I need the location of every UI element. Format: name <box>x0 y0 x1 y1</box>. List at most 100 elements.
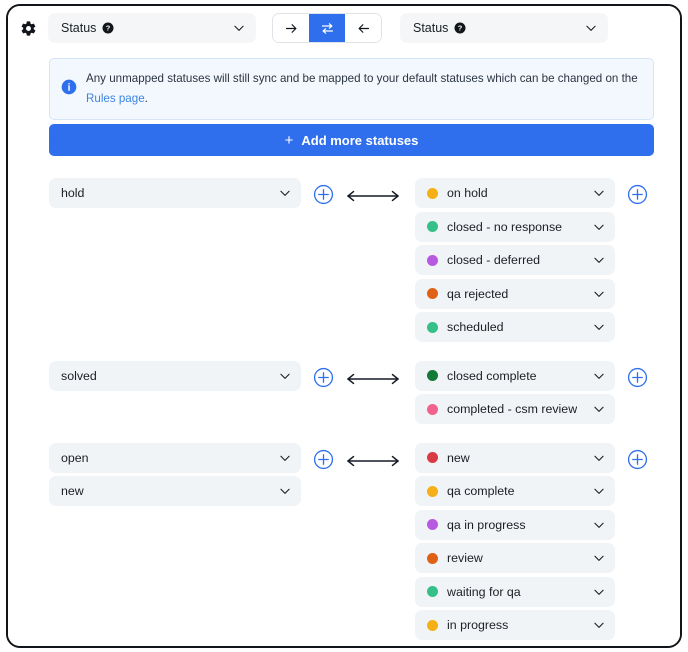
add-target-status-button[interactable] <box>627 443 651 644</box>
target-status-name: waiting for qa <box>447 585 521 599</box>
plus-circle-icon[interactable] <box>627 367 648 388</box>
status-color-dot <box>427 486 438 497</box>
target-status-name: closed complete <box>447 369 537 383</box>
chevron-down-icon <box>592 484 606 498</box>
add-source-status-button[interactable] <box>313 361 337 428</box>
chevron-down-icon <box>278 369 292 383</box>
target-status-field[interactable]: qa in progress <box>415 510 615 540</box>
bidirectional-arrow-icon <box>345 372 401 386</box>
mapping-header: Status ? <box>8 6 680 50</box>
sync-direction-right[interactable] <box>273 14 309 42</box>
source-status-name: new <box>61 484 84 498</box>
app-window: Status ? <box>6 4 682 648</box>
source-status-field[interactable]: hold <box>49 178 301 208</box>
target-status-name: on hold <box>447 186 488 200</box>
status-mapping-groups: hold on hold closed - no response closed - … <box>8 178 680 648</box>
plus-circle-icon[interactable] <box>313 367 334 388</box>
target-status-field[interactable]: completed - csm review <box>415 394 615 424</box>
add-target-status-button[interactable] <box>627 361 651 428</box>
target-status-field[interactable]: closed complete <box>415 361 615 391</box>
status-color-dot <box>427 288 438 299</box>
plus-circle-icon[interactable] <box>627 449 648 470</box>
source-status-field[interactable]: new <box>49 476 301 506</box>
add-target-status-button[interactable] <box>627 178 651 346</box>
target-status-name: in progress <box>447 618 508 632</box>
target-status-name: qa rejected <box>447 287 508 301</box>
status-color-dot <box>427 255 438 266</box>
add-source-status-button[interactable] <box>313 178 337 346</box>
mapping-arrow <box>337 443 409 644</box>
banner-text: Any unmapped statuses will still sync an… <box>86 68 641 110</box>
status-color-dot <box>427 322 438 333</box>
sync-direction-left[interactable] <box>345 14 381 42</box>
target-status-select[interactable]: Status ? <box>400 13 608 43</box>
chevron-down-icon <box>592 402 606 416</box>
source-status-field[interactable]: open <box>49 443 301 473</box>
chevron-down-icon <box>592 618 606 632</box>
bidirectional-arrow-icon <box>345 454 401 468</box>
chevron-down-icon <box>232 21 246 35</box>
status-color-dot <box>427 452 438 463</box>
chevron-down-icon <box>592 220 606 234</box>
target-status-name: review <box>447 551 483 565</box>
target-status-column: closed complete completed - csm review <box>415 361 615 428</box>
chevron-down-icon <box>592 585 606 599</box>
status-color-dot <box>427 553 438 564</box>
target-status-name: qa complete <box>447 484 515 498</box>
plus-icon: + <box>285 133 294 148</box>
target-status-name: closed - deferred <box>447 253 540 267</box>
mapping-arrow <box>337 178 409 346</box>
status-mapping-panel: Status ? <box>8 6 680 646</box>
target-status-field[interactable]: review <box>415 543 615 573</box>
gear-icon <box>20 20 37 37</box>
help-circle-icon[interactable]: ? <box>102 22 114 34</box>
target-status-name: scheduled <box>447 320 504 334</box>
chevron-down-icon <box>592 253 606 267</box>
arrow-left-icon <box>356 21 371 36</box>
chevron-down-icon <box>592 320 606 334</box>
target-status-field[interactable]: closed - no response <box>415 212 615 242</box>
source-status-field[interactable]: solved <box>49 361 301 391</box>
chevron-down-icon <box>278 484 292 498</box>
status-color-dot <box>427 221 438 232</box>
plus-circle-icon[interactable] <box>627 184 648 205</box>
add-source-status-button[interactable] <box>313 443 337 644</box>
target-status-field[interactable]: scheduled <box>415 312 615 342</box>
source-status-name: hold <box>61 186 84 200</box>
status-color-dot <box>427 586 438 597</box>
chevron-down-icon <box>592 518 606 532</box>
target-status-field[interactable]: waiting for qa <box>415 577 615 607</box>
chevron-down-icon <box>592 551 606 565</box>
sync-direction-bidirectional[interactable] <box>309 14 345 42</box>
target-status-field[interactable]: closed - deferred <box>415 245 615 275</box>
settings-gear-button[interactable] <box>8 20 48 37</box>
info-circle-icon: i <box>61 79 77 95</box>
target-status-name: completed - csm review <box>447 402 577 416</box>
status-color-dot <box>427 404 438 415</box>
arrow-right-icon <box>284 21 299 36</box>
chevron-down-icon <box>592 369 606 383</box>
source-status-column: hold <box>49 178 301 346</box>
target-status-column: new qa complete qa in progress review waitin… <box>415 443 615 644</box>
target-status-field[interactable]: in progress <box>415 610 615 640</box>
svg-text:i: i <box>68 83 71 94</box>
target-status-field[interactable]: qa complete <box>415 476 615 506</box>
source-status-select[interactable]: Status ? <box>48 13 256 43</box>
plus-circle-icon[interactable] <box>313 449 334 470</box>
source-status-column: solved <box>49 361 301 428</box>
help-circle-icon[interactable]: ? <box>454 22 466 34</box>
add-more-statuses-label: Add more statuses <box>301 133 418 148</box>
chevron-down-icon <box>278 451 292 465</box>
banner-text-after: . <box>145 92 148 105</box>
target-status-field[interactable]: new <box>415 443 615 473</box>
bidirectional-sync-icon <box>320 21 335 36</box>
target-status-field[interactable]: qa rejected <box>415 279 615 309</box>
status-color-dot <box>427 188 438 199</box>
add-more-statuses-button[interactable]: + Add more statuses <box>49 124 654 156</box>
plus-circle-icon[interactable] <box>313 184 334 205</box>
target-status-name: closed - no response <box>447 220 562 234</box>
rules-page-link[interactable]: Rules page <box>86 92 145 105</box>
target-status-field[interactable]: on hold <box>415 178 615 208</box>
svg-text:?: ? <box>106 24 111 33</box>
status-color-dot <box>427 370 438 381</box>
